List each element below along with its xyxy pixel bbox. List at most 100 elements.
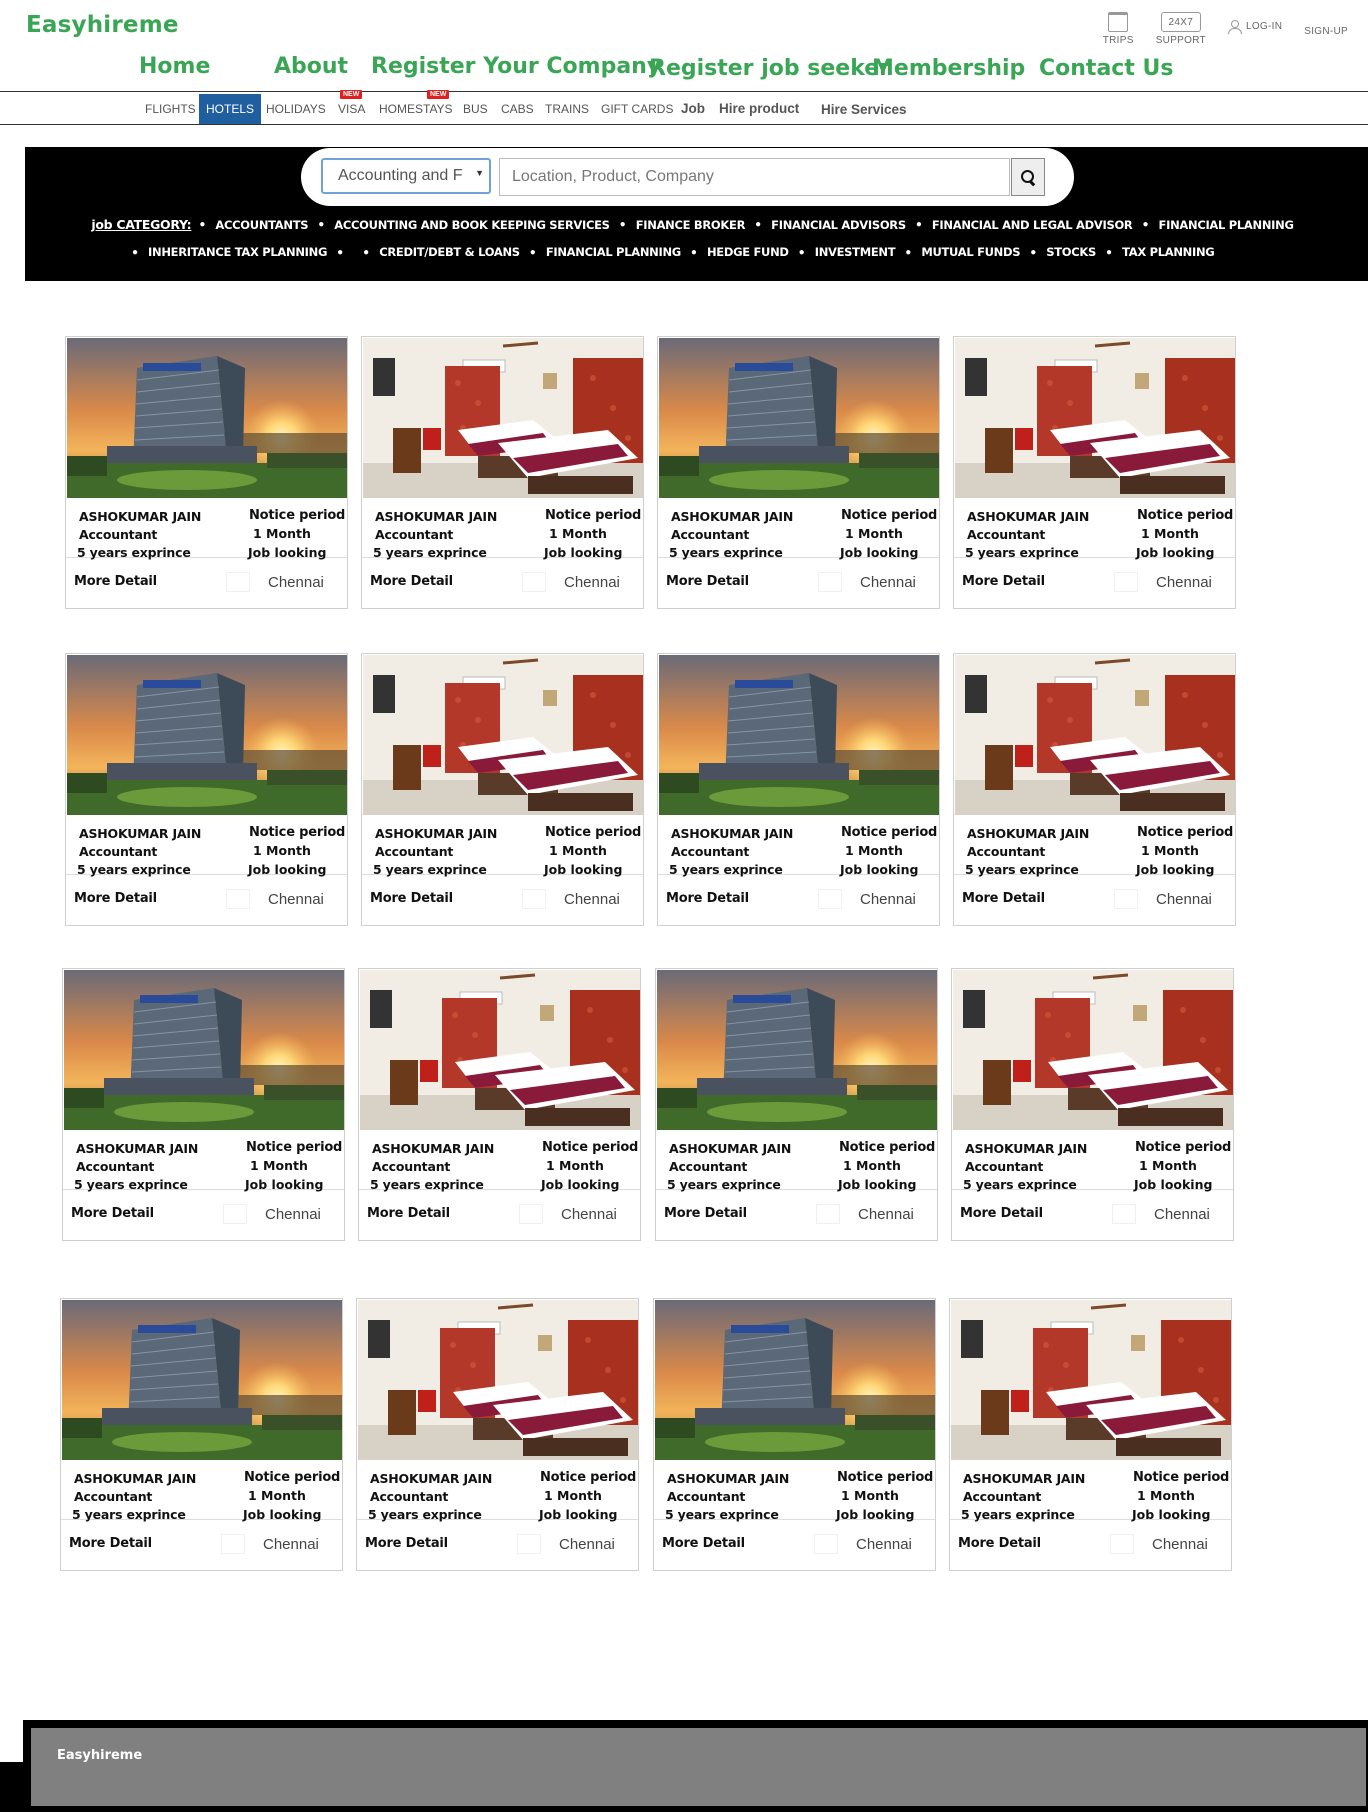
subnav-job[interactable]: Job [674, 94, 712, 124]
more-detail-link[interactable]: More Detail [662, 1536, 745, 1551]
category-link[interactable]: FINANCIAL PLANNING [546, 245, 681, 259]
candidate-card[interactable]: ASHOKUMAR JAIN Accountant 5 years exprince… [65, 653, 348, 926]
candidate-card[interactable]: ASHOKUMAR JAIN Accountant 5 years exprince… [953, 336, 1236, 609]
candidate-card[interactable]: ASHOKUMAR JAIN Accountant 5 years exprince… [653, 1298, 936, 1571]
candidate-card[interactable]: ASHOKUMAR JAIN Accountant 5 years exprince… [356, 1298, 639, 1571]
notice-period-value: 1 Month [253, 526, 311, 541]
category-link[interactable]: ACCOUNTANTS [215, 218, 308, 232]
card-footer: More Detail Chennai [357, 1521, 638, 1569]
more-detail-link[interactable]: More Detail [666, 574, 749, 589]
card-photo [659, 338, 939, 498]
category-link[interactable]: ACCOUNTING AND BOOK KEEPING SERVICES [334, 218, 610, 232]
category-link[interactable]: HEDGE FUND [707, 245, 789, 259]
card-info: ASHOKUMAR JAIN Accountant 5 years exprince… [63, 1134, 344, 1192]
more-detail-link[interactable]: More Detail [71, 1206, 154, 1221]
notice-period-value: 1 Month [546, 1158, 604, 1173]
subnav-flights[interactable]: FLIGHTS [138, 94, 203, 124]
candidate-card[interactable]: ASHOKUMAR JAIN Accountant 5 years exprince… [60, 1298, 343, 1571]
subnav-hire-product[interactable]: Hire product [712, 94, 806, 124]
category-link[interactable]: MUTUAL FUNDS [921, 245, 1020, 259]
job-category-label: job CATEGORY: [91, 217, 192, 232]
candidate-card[interactable]: ASHOKUMAR JAIN Accountant 5 years exprince… [949, 1298, 1232, 1571]
subnav-holidays[interactable]: HOLIDAYS [259, 94, 333, 124]
candidate-city: Chennai [860, 891, 916, 908]
search-button[interactable] [1011, 158, 1045, 196]
category-link[interactable]: STOCKS [1046, 245, 1096, 259]
card-photo [360, 970, 640, 1130]
category-link[interactable]: CREDIT/DEBT & LOANS [379, 245, 520, 259]
candidate-card[interactable]: ASHOKUMAR JAIN Accountant 5 years exprince… [655, 968, 938, 1241]
more-detail-link[interactable]: More Detail [664, 1206, 747, 1221]
nav-home[interactable]: Home [139, 54, 210, 79]
site-logo[interactable]: Easyhireme [26, 12, 179, 38]
nav-about[interactable]: About [274, 54, 348, 79]
card-footer: More Detail Chennai [658, 876, 939, 924]
category-link[interactable]: FINANCE BROKER [636, 218, 746, 232]
category-link[interactable]: TAX PLANNING [1122, 245, 1215, 259]
more-detail-link[interactable]: More Detail [367, 1206, 450, 1221]
subnav-bus[interactable]: BUS [456, 94, 495, 124]
candidate-card[interactable]: ASHOKUMAR JAIN Accountant 5 years exprince… [951, 968, 1234, 1241]
more-detail-link[interactable]: More Detail [370, 891, 453, 906]
notice-period-value: 1 Month [845, 843, 903, 858]
bullet-icon: ● [363, 246, 370, 258]
candidate-experience: 5 years exprince [72, 1507, 186, 1522]
more-detail-link[interactable]: More Detail [962, 574, 1045, 589]
placeholder-box [221, 1534, 245, 1554]
card-photo [955, 655, 1235, 815]
candidate-card[interactable]: ASHOKUMAR JAIN Accountant 5 years exprince… [657, 336, 940, 609]
category-link[interactable]: FINANCIAL ADVISORS [771, 218, 906, 232]
candidate-card[interactable]: ASHOKUMAR JAIN Accountant 5 years exprince… [953, 653, 1236, 926]
notice-period-value: 1 Month [1137, 1488, 1195, 1503]
nav-register-job-seeker[interactable]: Register job seeker [649, 56, 890, 81]
card-info: ASHOKUMAR JAIN Accountant 5 years exprince… [357, 1464, 638, 1522]
candidate-card[interactable]: ASHOKUMAR JAIN Accountant 5 years exprince… [657, 653, 940, 926]
subnav-gift-cards[interactable]: GIFT CARDS [594, 94, 680, 124]
category-link[interactable]: FINANCIAL PLANNING [1159, 218, 1294, 232]
candidate-card[interactable]: ASHOKUMAR JAIN Accountant 5 years exprince… [65, 336, 348, 609]
category-link[interactable]: INHERITANCE TAX PLANNING [148, 245, 327, 259]
category-select[interactable]: Accounting and F ▼ [321, 158, 491, 194]
more-detail-link[interactable]: More Detail [666, 891, 749, 906]
candidate-card[interactable]: ASHOKUMAR JAIN Accountant 5 years exprince… [358, 968, 641, 1241]
login-label: LOG-IN [1245, 21, 1283, 32]
placeholder-box [818, 889, 842, 909]
more-detail-link[interactable]: More Detail [74, 891, 157, 906]
subnav-cabs[interactable]: CABS [494, 94, 541, 124]
trips-link[interactable]: TRIPS [1103, 12, 1134, 46]
subnav-hire-services[interactable]: Hire Services [814, 95, 914, 125]
card-footer: More Detail Chennai [362, 559, 643, 607]
more-detail-link[interactable]: More Detail [365, 1536, 448, 1551]
notice-period-label: Notice period [1135, 1140, 1232, 1155]
location-input[interactable]: Location, Product, Company [499, 158, 1010, 196]
candidate-city: Chennai [268, 891, 324, 908]
candidate-status: Job looking [1134, 1177, 1213, 1192]
candidate-card[interactable]: ASHOKUMAR JAIN Accountant 5 years exprince… [62, 968, 345, 1241]
more-detail-link[interactable]: More Detail [960, 1206, 1043, 1221]
placeholder-box [226, 572, 250, 592]
nav-contact-us[interactable]: Contact Us [1039, 56, 1173, 81]
category-link[interactable]: INVESTMENT [815, 245, 896, 259]
more-detail-link[interactable]: More Detail [962, 891, 1045, 906]
nav-register-company[interactable]: Register Your Company [371, 54, 661, 79]
notice-period-label: Notice period [1137, 825, 1234, 840]
card-info: ASHOKUMAR JAIN Accountant 5 years exprince… [66, 819, 347, 877]
candidate-role: Accountant [667, 1489, 746, 1504]
more-detail-link[interactable]: More Detail [69, 1536, 152, 1551]
candidate-status: Job looking [1132, 1507, 1211, 1522]
candidate-city: Chennai [559, 1536, 615, 1553]
candidate-card[interactable]: ASHOKUMAR JAIN Accountant 5 years exprince… [361, 336, 644, 609]
support-link[interactable]: 24X7 SUPPORT [1156, 12, 1206, 46]
signup-link[interactable]: SIGN-UP [1304, 26, 1348, 37]
category-link[interactable]: FINANCIAL AND LEGAL ADVISOR [932, 218, 1133, 232]
candidate-role: Accountant [375, 844, 454, 859]
nav-membership[interactable]: Membership [872, 56, 1025, 81]
more-detail-link[interactable]: More Detail [958, 1536, 1041, 1551]
candidate-status: Job looking [245, 1177, 324, 1192]
login-link[interactable]: LOG-IN [1227, 20, 1283, 34]
subnav-hotels[interactable]: HOTELS [199, 94, 262, 124]
subnav-trains[interactable]: TRAINS [538, 94, 596, 124]
more-detail-link[interactable]: More Detail [370, 574, 453, 589]
more-detail-link[interactable]: More Detail [74, 574, 157, 589]
candidate-card[interactable]: ASHOKUMAR JAIN Accountant 5 years exprince… [361, 653, 644, 926]
